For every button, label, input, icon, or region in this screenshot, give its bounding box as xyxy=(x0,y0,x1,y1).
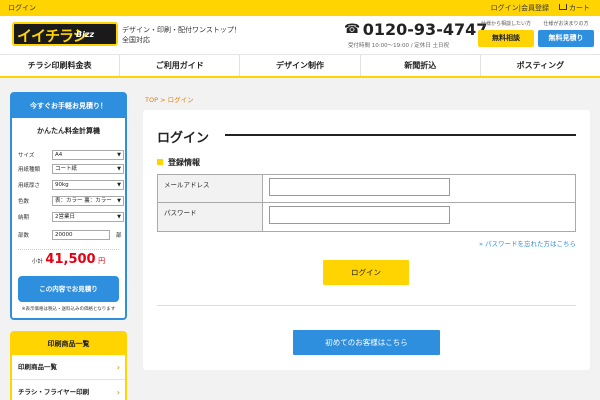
paper-type-select[interactable]: コート紙 ▼ xyxy=(52,164,124,174)
product-item-label: 印刷商品一覧 xyxy=(18,363,57,371)
cart-label: カート xyxy=(569,4,590,12)
color-select[interactable]: 表：カラー 裏：カラー ▼ xyxy=(52,196,124,206)
free-estimate-button[interactable]: 無料見積り xyxy=(538,30,594,47)
breadcrumb-top[interactable]: TOP xyxy=(145,96,158,104)
email-label: メールアドレス xyxy=(158,175,263,202)
calc-label: 納期 xyxy=(18,215,30,221)
calc-label: 色数 xyxy=(18,199,30,205)
price-calculator: 今すぐお手軽お見積り！ かんたん料金計算機 サイズ A4 ▼ 用紙種類 コート紙 ▼… xyxy=(10,92,127,320)
estimate-with-contents-button[interactable]: この内容でお見積り xyxy=(18,276,119,302)
nav-guide[interactable]: ご利用ガイド xyxy=(120,55,241,76)
product-list-header: 印刷商品一覧 xyxy=(12,333,125,355)
email-field[interactable] xyxy=(269,178,450,196)
calc-divider xyxy=(18,249,119,250)
calc-row-size: サイズ A4 ▼ xyxy=(18,150,124,160)
select-value: 90kg xyxy=(55,182,69,188)
calc-row-delivery: 納期 2営業日 ▼ xyxy=(18,212,124,222)
free-consult-button[interactable]: 無料相談 xyxy=(478,30,534,47)
select-value: 2営業日 xyxy=(55,214,75,220)
price-note: ※表示価格は税込・送料込みの価格となります xyxy=(21,307,116,312)
login-form: メールアドレス パスワード xyxy=(157,174,576,232)
new-customer-button[interactable]: 初めてのお客様はこちら xyxy=(293,330,440,355)
calc-row-paper: 用紙種類 コート紙 ▼ xyxy=(18,164,124,174)
calc-row-quantity: 部数 20000 部 xyxy=(18,230,122,240)
product-item-flyer[interactable]: チラシ・フライヤー印刷 › xyxy=(12,380,125,400)
section-heading-text: 登録情報 xyxy=(168,158,200,167)
subtotal-unit: 円 xyxy=(98,257,106,265)
nav-newspaper-insert[interactable]: 新聞折込 xyxy=(361,55,481,76)
calc-label: 部数 xyxy=(18,233,30,239)
tagline-line-1: デザイン・印刷・配付ワンストップ！ xyxy=(122,26,241,34)
password-field[interactable] xyxy=(269,206,450,224)
select-value: 表：カラー 裏：カラー xyxy=(55,198,112,204)
product-item-all[interactable]: 印刷商品一覧 › xyxy=(12,355,125,380)
paper-thickness-select[interactable]: 90kg ▼ xyxy=(52,180,124,190)
consult-cta: 仕様から相談したい方 無料相談 xyxy=(478,20,534,47)
login-button[interactable]: ログイン xyxy=(323,260,409,285)
chevron-down-icon: ▼ xyxy=(117,152,121,158)
chevron-down-icon: ▼ xyxy=(117,182,121,188)
calc-row-colors: 色数 表：カラー 裏：カラー ▼ xyxy=(18,196,124,206)
product-list: 印刷商品一覧 印刷商品一覧 › チラシ・フライヤー印刷 › xyxy=(10,331,127,400)
cart-link[interactable]: カート xyxy=(559,3,590,13)
chevron-down-icon: ▼ xyxy=(117,166,121,172)
top-bar: ログイン ログイン|会員登録 カート xyxy=(0,0,600,16)
site-header: イイチラシ Bizz デザイン・印刷・配付ワンストップ！ 全国対応 ☎ 0120… xyxy=(0,16,600,54)
product-item-label: チラシ・フライヤー印刷 xyxy=(18,388,90,396)
calc-row-thickness: 用紙厚さ 90kg ▼ xyxy=(18,180,124,190)
calc-header: 今すぐお手軽お見積り！ xyxy=(12,94,125,118)
calc-title: かんたん料金計算機 xyxy=(37,127,100,135)
section-heading: 登録情報 xyxy=(157,157,200,168)
consult-caption: 仕様から相談したい方 xyxy=(480,21,531,27)
chevron-down-icon: ▼ xyxy=(117,214,121,220)
title-rule xyxy=(225,134,576,136)
calc-label: 用紙厚さ xyxy=(18,183,41,189)
select-value: コート紙 xyxy=(55,166,78,172)
chevron-right-icon: › xyxy=(116,388,120,397)
chevron-down-icon: ▼ xyxy=(117,198,121,204)
select-value: A4 xyxy=(55,152,63,158)
subtotal: 小計 41,500 円 xyxy=(12,252,125,267)
phone-block[interactable]: ☎ 0120-93-4747 xyxy=(344,20,487,39)
estimate-caption: 仕様がお決まりの方 xyxy=(543,21,589,27)
global-nav: チラシ印刷料金表 ご利用ガイド デザイン制作 新聞折込 ポスティング xyxy=(0,54,600,78)
phone-icon: ☎ xyxy=(344,22,361,37)
estimate-cta: 仕様がお決まりの方 無料見積り xyxy=(538,20,594,47)
form-row-email: メールアドレス xyxy=(158,175,575,203)
top-right-links: ログイン|会員登録 カート xyxy=(491,3,590,13)
password-label: パスワード xyxy=(158,203,263,231)
logo-sub-text: Bizz xyxy=(76,30,95,39)
breadcrumb: TOP > ログイン xyxy=(145,94,194,104)
member-link[interactable]: ログイン|会員登録 xyxy=(491,3,549,13)
nav-posting[interactable]: ポスティング xyxy=(481,55,600,76)
nav-price-list[interactable]: チラシ印刷料金表 xyxy=(0,55,121,76)
calc-label: サイズ xyxy=(18,153,35,159)
top-login-link[interactable]: ログイン xyxy=(8,3,36,13)
breadcrumb-sep: > xyxy=(158,96,168,104)
page-title: ログイン xyxy=(157,131,210,146)
quantity-input[interactable]: 20000 xyxy=(52,230,110,240)
tagline-line-2: 全国対応 xyxy=(122,36,150,44)
login-panel: ログイン 登録情報 メールアドレス パスワード » パスワードを忘れた方はこちら… xyxy=(143,110,590,370)
tagline: デザイン・印刷・配付ワンストップ！ 全国対応 xyxy=(122,25,241,45)
subtotal-label: 小計 xyxy=(31,259,43,265)
phone-number: 0120-93-4747 xyxy=(362,20,488,39)
breadcrumb-current: ログイン xyxy=(167,96,194,104)
section-divider xyxy=(157,305,576,306)
subtotal-value: 41,500 xyxy=(45,252,96,267)
square-bullet-icon xyxy=(157,158,163,165)
chevron-right-icon: › xyxy=(116,363,120,372)
nav-design[interactable]: デザイン制作 xyxy=(240,55,361,76)
cart-icon xyxy=(559,4,567,10)
delivery-select[interactable]: 2営業日 ▼ xyxy=(52,212,124,222)
site-logo[interactable]: イイチラシ Bizz xyxy=(12,22,118,46)
business-hours: 受付時間 10:00〜19:00 / 定休日 土日祝 xyxy=(348,43,450,49)
sidebar: 今すぐお手軽お見積り！ かんたん料金計算機 サイズ A4 ▼ 用紙種類 コート紙 ▼… xyxy=(10,92,127,400)
form-row-password: パスワード xyxy=(158,203,575,231)
forgot-password-link[interactable]: » パスワードを忘れた方はこちら xyxy=(479,238,576,248)
size-select[interactable]: A4 ▼ xyxy=(52,150,124,160)
calc-label: 用紙種類 xyxy=(18,167,41,173)
quantity-unit: 部 xyxy=(116,233,122,239)
